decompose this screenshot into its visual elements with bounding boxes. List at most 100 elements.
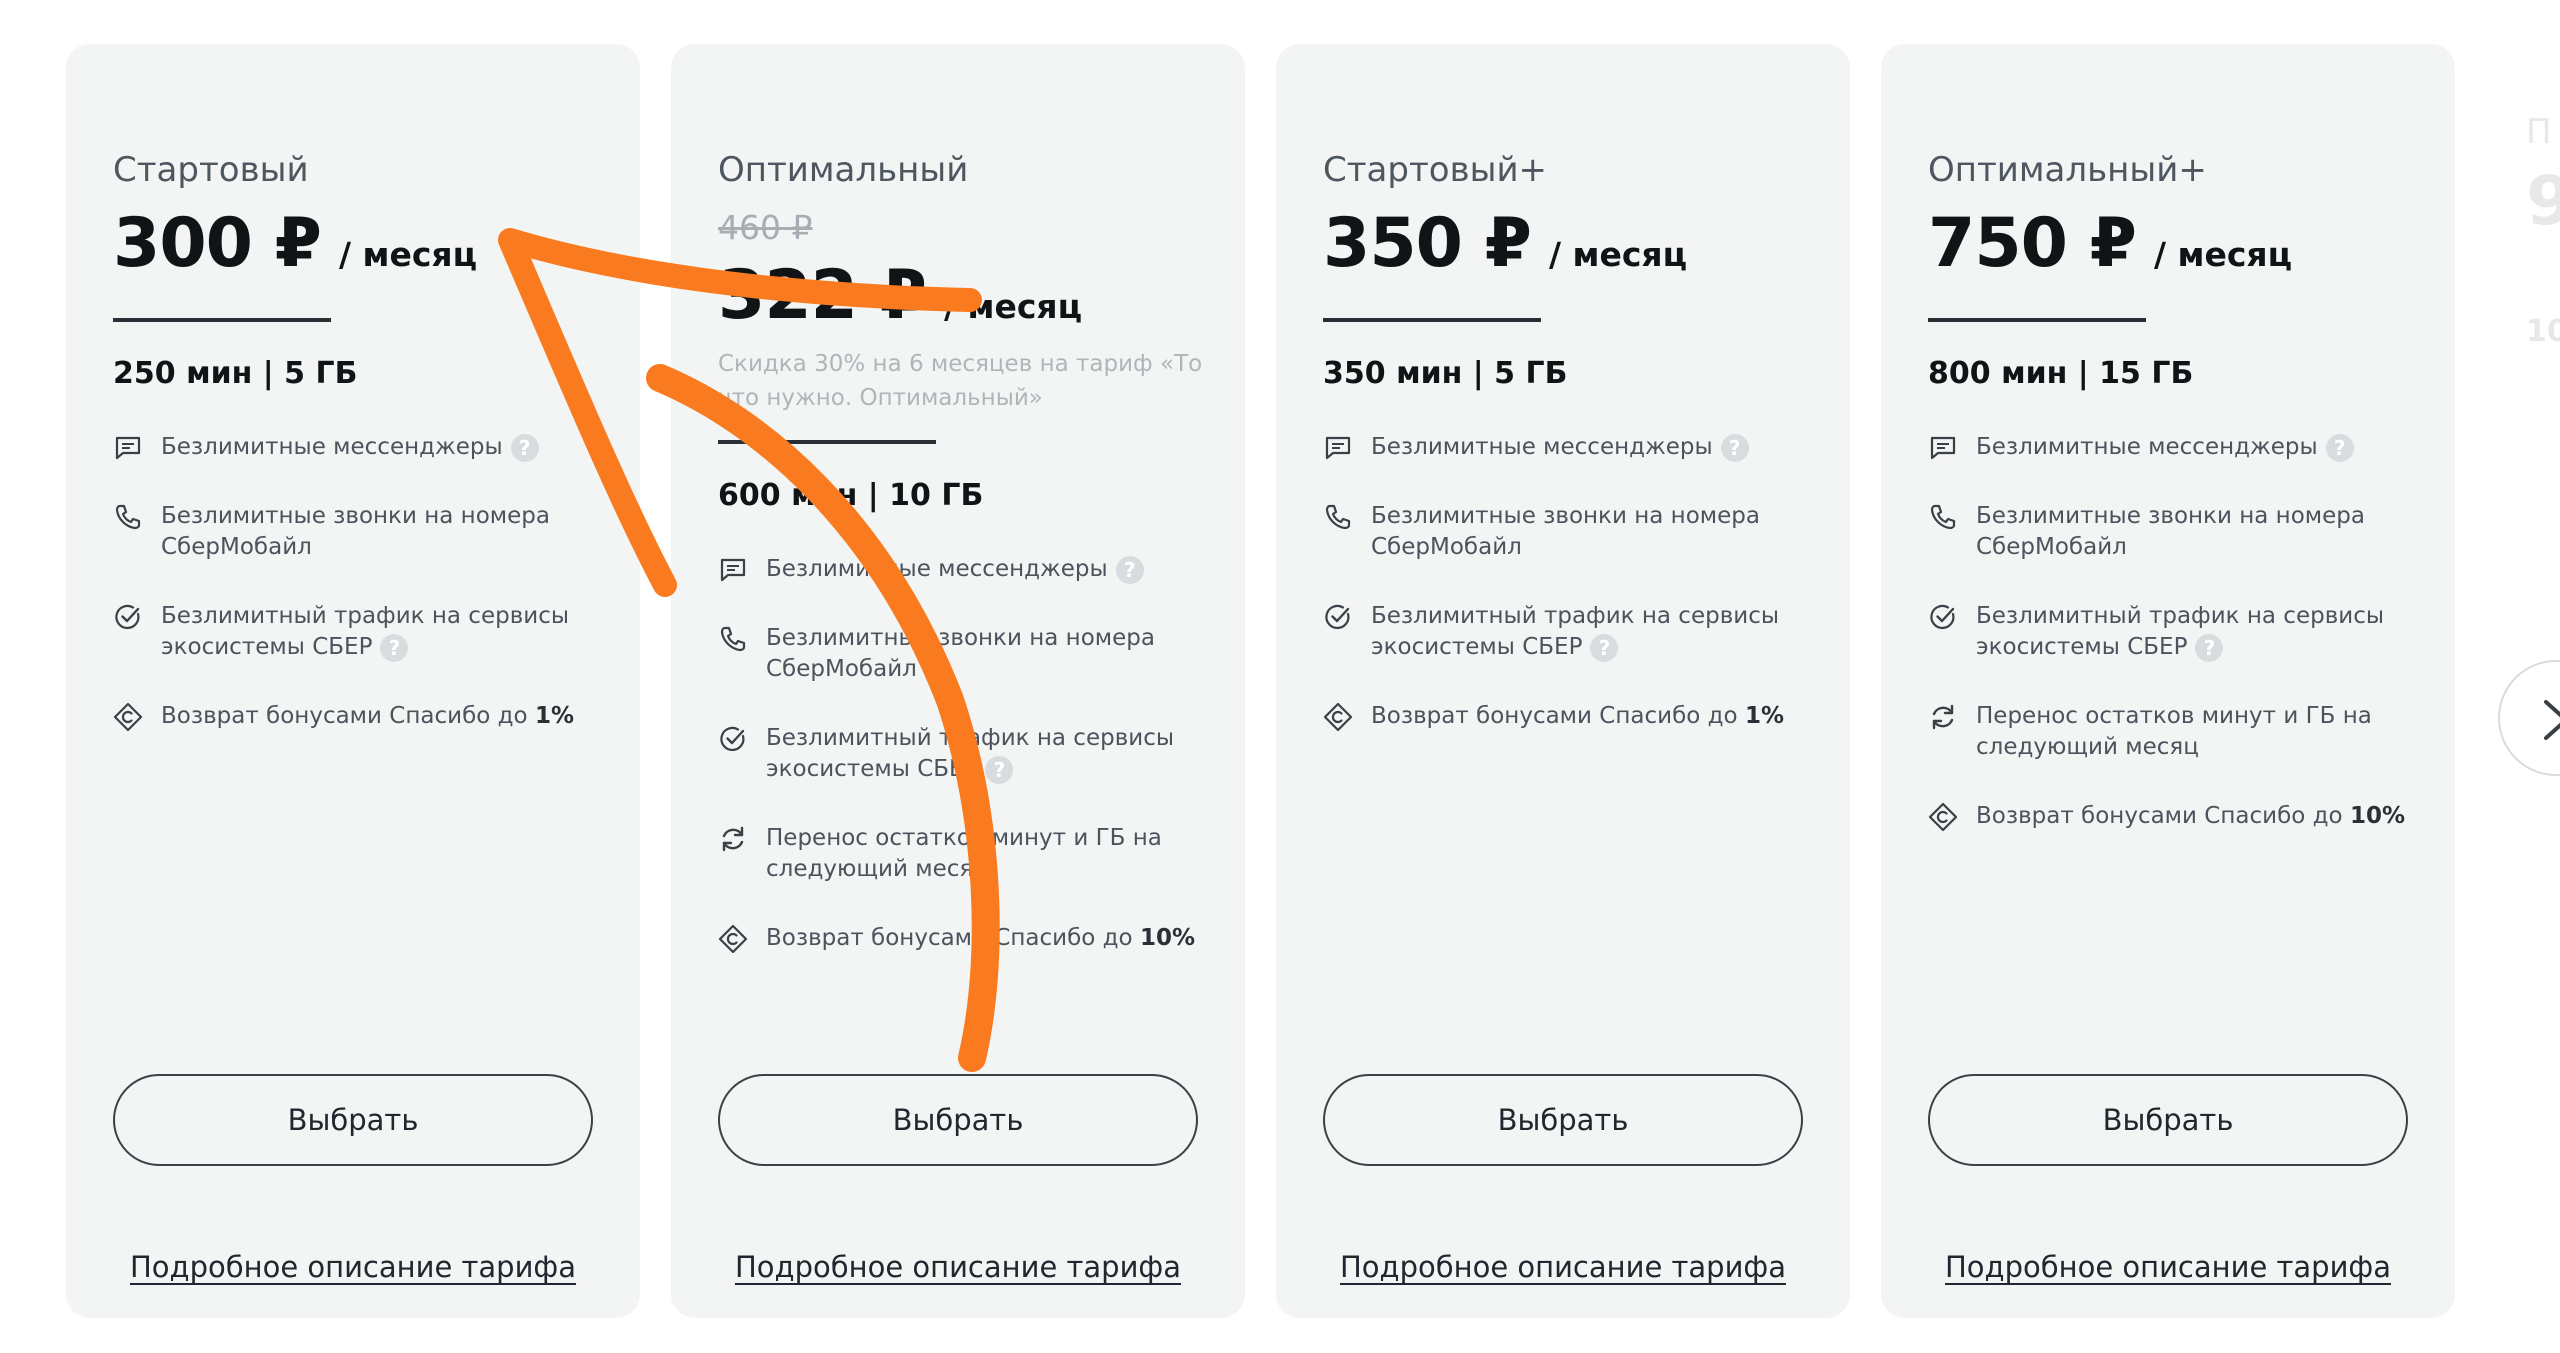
phone-icon xyxy=(113,502,143,532)
feature-text: Возврат бонусами Спасибо до xyxy=(1371,703,1745,729)
feature-text: Безлимитный трафик на сервисы экосистемы… xyxy=(1976,603,2385,660)
feature-item: Безлимитные мессенджеры? xyxy=(718,554,1208,585)
select-button[interactable]: Выбрать xyxy=(718,1074,1198,1166)
feature-item: Возврат бонусами Спасибо до 1% xyxy=(1323,701,1813,732)
plan-card-startovyi: Стартовый 300 ₽ / месяц 250 мин | 5 ГБ Б… xyxy=(66,44,640,1318)
feature-item: Безлимитные звонки на номера СберМобайл xyxy=(1323,501,1813,563)
feature-list: Безлимитные мессенджеры? Безлимитные звон… xyxy=(1323,432,1813,770)
bonus-diamond-icon xyxy=(113,702,143,732)
chevron-right-icon xyxy=(2544,700,2560,740)
price-period: / месяц xyxy=(338,235,478,274)
feature-text: Безлимитные мессенджеры xyxy=(161,434,503,460)
plan-name: Стартовый xyxy=(113,150,309,190)
price-period: / месяц xyxy=(2153,235,2293,274)
feature-list: Безлимитные мессенджеры? Безлимитные звон… xyxy=(718,554,1208,992)
feature-text: Перенос остатков минут и ГБ на следующий… xyxy=(1976,703,2372,760)
plan-card-optimalnyi-plus: Оптимальный+ 750 ₽ / месяц 800 мин | 15 … xyxy=(1881,44,2455,1318)
plan-name: Оптимальный xyxy=(718,150,969,190)
feature-text: Возврат бонусами Спасибо до xyxy=(766,925,1140,951)
refresh-icon xyxy=(1928,702,1958,732)
bonus-diamond-icon xyxy=(1323,702,1353,732)
feature-item: Безлимитные мессенджеры? xyxy=(113,432,603,463)
feature-item: Возврат бонусами Спасибо до 10% xyxy=(1928,801,2418,832)
feature-item: Безлимитные звонки на номера СберМобайл xyxy=(1928,501,2418,563)
phone-icon xyxy=(1323,502,1353,532)
feature-item: Безлимитные мессенджеры? xyxy=(1323,432,1813,463)
help-tooltip-icon[interactable]: ? xyxy=(2195,633,2224,662)
help-tooltip-icon[interactable]: ? xyxy=(1115,555,1144,584)
price-period: / месяц xyxy=(1548,235,1688,274)
plan-card-startovyi-plus: Стартовый+ 350 ₽ / месяц 350 мин | 5 ГБ … xyxy=(1276,44,1850,1318)
feature-item: Возврат бонусами Спасибо до 10% xyxy=(718,923,1208,954)
divider xyxy=(1928,318,2146,322)
price-period: / месяц xyxy=(943,287,1083,326)
discount-note: Скидка 30% на 6 месяцев на тариф «То что… xyxy=(718,351,1203,411)
price-row: 322 ₽ / месяц xyxy=(718,256,1082,335)
feature-text: Безлимитный трафик на сервисы экосистемы… xyxy=(161,603,570,660)
plan-details-link[interactable]: Подробное описание тарифа xyxy=(1928,1250,2408,1284)
plan-minutes: 800 мин | 15 ГБ xyxy=(1928,356,2194,391)
bonus-diamond-icon xyxy=(718,924,748,954)
bonus-percent: 10% xyxy=(2349,803,2405,829)
bonus-diamond-icon xyxy=(1928,802,1958,832)
feature-item: Перенос остатков минут и ГБ на следующий… xyxy=(1928,701,2418,763)
divider xyxy=(718,440,936,444)
select-button[interactable]: Выбрать xyxy=(113,1074,593,1166)
feature-item: Безлимитный трафик на сервисы экосистемы… xyxy=(1928,601,2418,663)
plan-price: 322 ₽ xyxy=(718,256,927,335)
feature-text: Возврат бонусами Спасибо до xyxy=(161,703,535,729)
check-circle-icon xyxy=(1928,602,1958,632)
plan-name: Оптимальный+ xyxy=(1928,150,2207,190)
feature-item: Безлимитный трафик на сервисы экосистемы… xyxy=(113,601,603,663)
feature-text: Безлимитные мессенджеры xyxy=(1371,434,1713,460)
feature-list: Безлимитные мессенджеры? Безлимитные звон… xyxy=(1928,432,2418,870)
plan-details-link[interactable]: Подробное описание тарифа xyxy=(1323,1250,1803,1284)
feature-item: Безлимитные мессенджеры? xyxy=(1928,432,2418,463)
bonus-percent: 1% xyxy=(1744,703,1784,729)
divider xyxy=(1323,318,1541,322)
partial-plan-price: 9 xyxy=(2526,162,2560,241)
plan-price: 350 ₽ xyxy=(1323,204,1532,283)
partial-plan-minutes: 10 xyxy=(2526,314,2560,349)
feature-text: Безлимитные мессенджеры xyxy=(766,556,1108,582)
phone-icon xyxy=(1928,502,1958,532)
feature-list: Безлимитные мессенджеры? Безлимитные звон… xyxy=(113,432,603,770)
feature-text: Безлимитный трафик на сервисы экосистемы… xyxy=(766,725,1175,782)
help-tooltip-icon[interactable]: ? xyxy=(1590,633,1619,662)
feature-item: Безлимитный трафик на сервисы экосистемы… xyxy=(1323,601,1813,663)
feature-item: Перенос остатков минут и ГБ на следующий… xyxy=(718,823,1208,885)
feature-text: Безлимитные звонки на номера СберМобайл xyxy=(766,625,1155,682)
select-button[interactable]: Выбрать xyxy=(1323,1074,1803,1166)
feature-text: Безлимитные звонки на номера СберМобайл xyxy=(1371,503,1760,560)
price-row: 750 ₽ / месяц xyxy=(1928,204,2292,283)
price-row: 300 ₽ / месяц xyxy=(113,204,477,283)
divider xyxy=(113,318,331,322)
feature-text: Безлимитный трафик на сервисы экосистемы… xyxy=(1371,603,1780,660)
partial-plan-name: П xyxy=(2526,112,2552,152)
feature-item: Безлимитные звонки на номера СберМобайл xyxy=(113,501,603,563)
plan-minutes: 350 мин | 5 ГБ xyxy=(1323,356,1568,391)
help-tooltip-icon[interactable]: ? xyxy=(985,755,1014,784)
plan-details-link[interactable]: Подробное описание тарифа xyxy=(113,1250,593,1284)
check-circle-icon xyxy=(1323,602,1353,632)
bonus-percent: 1% xyxy=(534,703,574,729)
feature-item: Безлимитный трафик на сервисы экосистемы… xyxy=(718,723,1208,785)
plan-details-link[interactable]: Подробное описание тарифа xyxy=(718,1250,1198,1284)
help-tooltip-icon[interactable]: ? xyxy=(380,633,409,662)
help-tooltip-icon[interactable]: ? xyxy=(1720,433,1749,462)
check-circle-icon xyxy=(718,724,748,754)
refresh-icon xyxy=(718,824,748,854)
message-icon xyxy=(718,555,748,585)
message-icon xyxy=(1928,433,1958,463)
feature-text: Перенос остатков минут и ГБ на следующий… xyxy=(766,825,1162,882)
plan-minutes: 250 мин | 5 ГБ xyxy=(113,356,358,391)
feature-text: Возврат бонусами Спасибо до xyxy=(1976,803,2350,829)
help-tooltip-icon[interactable]: ? xyxy=(510,433,539,462)
check-circle-icon xyxy=(113,602,143,632)
select-button[interactable]: Выбрать xyxy=(1928,1074,2408,1166)
plan-card-optimalnyi: Оптимальный 460 ₽ 322 ₽ / месяц Скидка 3… xyxy=(671,44,1245,1318)
old-price: 460 ₽ xyxy=(718,208,813,247)
plan-name: Стартовый+ xyxy=(1323,150,1548,190)
feature-text: Безлимитные мессенджеры xyxy=(1976,434,2318,460)
help-tooltip-icon[interactable]: ? xyxy=(2325,433,2354,462)
